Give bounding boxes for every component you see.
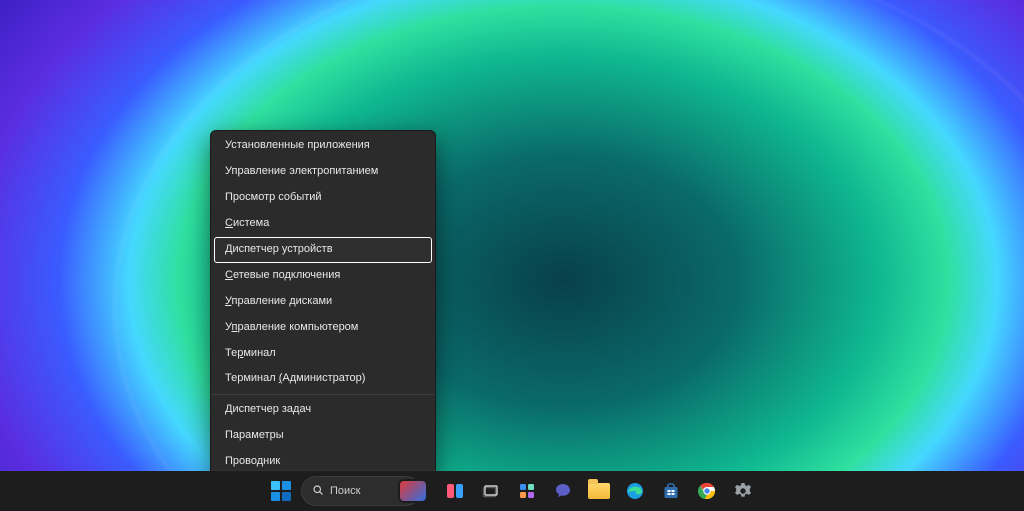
menu-item-label: Диспетчер устройств <box>225 242 333 258</box>
menu-item[interactable]: Управление электропитанием <box>211 159 435 185</box>
menu-item-label: Параметры <box>225 428 284 444</box>
menu-item-label: Управление электропитанием <box>225 164 378 180</box>
store-icon <box>661 481 681 501</box>
task-view-icon <box>481 481 501 501</box>
menu-separator <box>211 394 435 395</box>
search-highlight-badge <box>400 481 426 501</box>
taskbar-app-widgets[interactable] <box>511 475 543 507</box>
folder-icon <box>588 483 610 499</box>
taskbar-app-explorer[interactable] <box>583 475 615 507</box>
menu-item[interactable]: Управление компьютером <box>211 315 435 341</box>
menu-item-label: Сетевые подключения <box>225 268 340 284</box>
menu-item[interactable]: Сетевые подключения <box>211 263 435 289</box>
search-label: Поиск <box>330 485 410 497</box>
widgets-icon <box>517 481 537 501</box>
menu-item-label: Управление компьютером <box>225 320 358 336</box>
copilot-icon <box>445 481 465 501</box>
gear-icon <box>733 481 753 501</box>
menu-item-label: Терминал (Администратор) <box>225 371 365 387</box>
menu-item[interactable]: Терминал (Администратор) <box>211 366 435 392</box>
menu-item[interactable]: Терминал <box>211 341 435 367</box>
search-icon <box>312 484 324 499</box>
start-button[interactable] <box>265 475 297 507</box>
chat-icon <box>553 481 573 501</box>
taskbar-search[interactable]: Поиск <box>301 476 421 506</box>
taskbar-app-copilot[interactable] <box>439 475 471 507</box>
taskbar: Поиск <box>0 471 1024 511</box>
menu-item-label: Проводник <box>225 454 280 470</box>
menu-item-label: Диспетчер задач <box>225 402 311 418</box>
menu-item[interactable]: Параметры <box>211 423 435 449</box>
taskbar-app-settings[interactable] <box>727 475 759 507</box>
taskbar-app-store[interactable] <box>655 475 687 507</box>
menu-item[interactable]: Управление дисками <box>211 289 435 315</box>
menu-item-label: Установленные приложения <box>225 138 370 154</box>
taskbar-app-task-view[interactable] <box>475 475 507 507</box>
menu-item[interactable]: Система <box>211 211 435 237</box>
taskbar-app-edge[interactable] <box>619 475 651 507</box>
menu-item[interactable]: Диспетчер устройств <box>214 237 432 263</box>
menu-item-label: Управление дисками <box>225 294 332 310</box>
taskbar-app-chat[interactable] <box>547 475 579 507</box>
chrome-icon <box>697 481 717 501</box>
taskbar-center: Поиск <box>265 475 759 507</box>
menu-item[interactable]: Установленные приложения <box>211 133 435 159</box>
menu-item-label: Система <box>225 216 269 232</box>
start-context-menu: Установленные приложения Управление элект… <box>210 130 436 511</box>
windows-logo-icon <box>271 481 291 501</box>
menu-item-label: Просмотр событий <box>225 190 322 206</box>
edge-icon <box>625 481 645 501</box>
menu-item[interactable]: Просмотр событий <box>211 185 435 211</box>
menu-item[interactable]: Диспетчер задач <box>211 397 435 423</box>
menu-item-label: Терминал <box>225 346 276 362</box>
taskbar-app-chrome[interactable] <box>691 475 723 507</box>
